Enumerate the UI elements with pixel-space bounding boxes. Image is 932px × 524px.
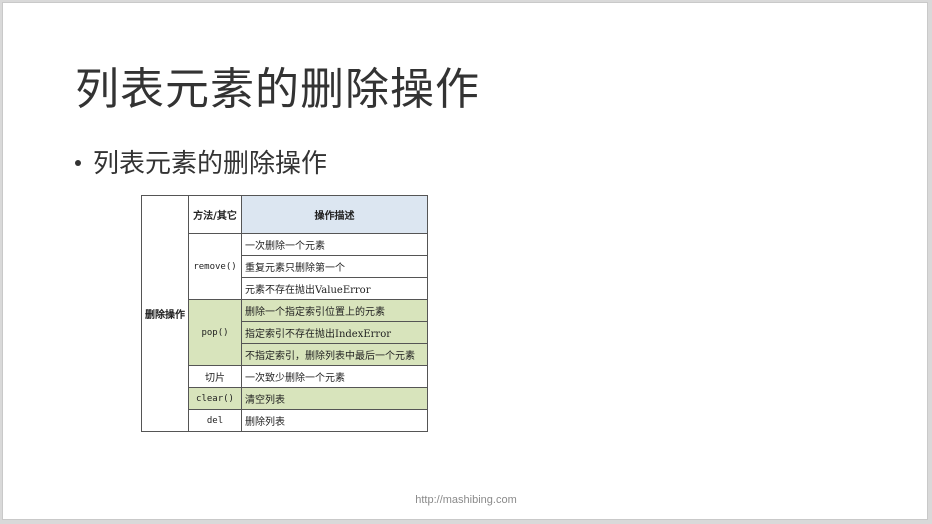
bullet-dot-icon [75,159,81,166]
method-cell: pop() [188,299,242,366]
description-cell: 不指定索引，删除列表中最后一个元素 [241,343,428,366]
group-label-cell: 删除操作 [141,195,189,432]
description-cell: 元素不存在抛出ValueError [241,277,428,300]
table-header-row: 删除操作 方法/其它 操作描述 [141,195,428,432]
header-description: 操作描述 [241,195,428,234]
method-cell: clear() [188,387,242,410]
method-cell: remove() [188,233,242,300]
footer-url: http://mashibing.com [415,494,517,506]
description-cell: 一次删除一个元素 [241,233,428,256]
method-cell: 切片 [188,365,242,388]
header-method: 方法/其它 [188,195,242,234]
bullet-item: 列表元素的删除操作 [75,143,327,180]
description-cell: 删除列表 [241,409,428,432]
description-cell: 清空列表 [241,387,428,410]
description-cell: 一次致少删除一个元素 [241,365,428,388]
description-cell: 删除一个指定索引位置上的元素 [241,299,428,322]
delete-operations-table: 删除操作 方法/其它 操作描述 remove() 一次删除一个元素 重复元素只删… [141,195,428,432]
slide-title: 列表元素的删除操作 [75,64,480,115]
description-cell: 指定索引不存在抛出IndexError [241,321,428,344]
description-cell: 重复元素只删除第一个 [241,255,428,278]
method-cell: del [188,409,242,432]
bullet-text: 列表元素的删除操作 [93,149,328,179]
slide: 列表元素的删除操作 列表元素的删除操作 删除操作 方法/其它 操作描述 remo… [2,2,928,520]
